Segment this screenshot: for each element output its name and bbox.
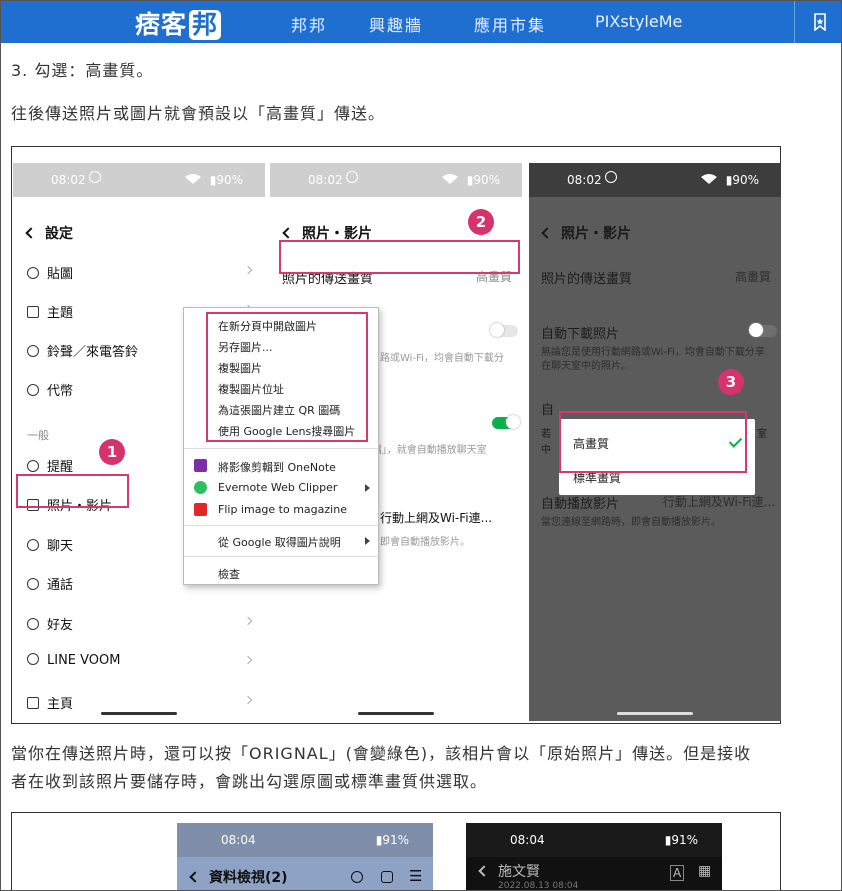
- photo-viewer-header: 施文賢 2022.08.13 08:04 A ▦: [466, 857, 722, 890]
- back-icon: [541, 227, 553, 239]
- nav-link-pixstyleme[interactable]: PIXstyleMe: [595, 12, 682, 31]
- orignal-explanation-line1: 當你在傳送照片時，還可以按「ORIGNAL」(會變綠色)，該相片會以「原始照片」…: [11, 744, 752, 763]
- row-photo-send-quality[interactable]: 照片的傳送畫質 高畫質: [541, 268, 771, 287]
- nav-divider: [794, 1, 795, 43]
- menu-item-line-voom[interactable]: LINE VOOM: [27, 653, 253, 677]
- auto-download-toggle[interactable]: [490, 323, 518, 337]
- status-bar: 08:04 ▮91%: [466, 823, 722, 857]
- ctx-google-image-description[interactable]: 從 Google 取得圖片說明: [218, 534, 341, 550]
- row-auto-play-desc: F檔」，就會自動播放聊天室: [366, 445, 487, 456]
- coin-icon: [27, 384, 39, 396]
- back-icon: [25, 227, 37, 239]
- signal-icon: [442, 174, 458, 184]
- phone-icon[interactable]: [381, 871, 393, 883]
- menu-icon[interactable]: ☰: [409, 867, 422, 885]
- phone-icon: [27, 578, 39, 590]
- step-badge-1: 1: [99, 439, 125, 465]
- voom-icon: [27, 653, 39, 665]
- theme-icon: [27, 306, 39, 318]
- text-recognition-icon[interactable]: A: [670, 865, 685, 881]
- search-icon[interactable]: [351, 871, 363, 883]
- submenu-arrow-icon: [365, 537, 370, 545]
- smiley-icon: [27, 267, 39, 279]
- ctx-evernote[interactable]: Evernote Web Clipper: [218, 481, 337, 494]
- top-navigation-bar: 痞客邦 邦邦 興趣牆 應用市集 PIXstyleMe: [1, 1, 841, 43]
- signal-icon: [185, 174, 201, 184]
- data-view-header: 資料檢視(2) ☰: [177, 857, 433, 890]
- section-general: 一般: [27, 429, 49, 442]
- ctx-divider: [184, 525, 378, 526]
- home-indicator: [358, 712, 434, 715]
- step-badge-2: 2: [468, 209, 494, 235]
- home-indicator: [617, 712, 693, 715]
- row-auto-play-video[interactable]: 行動上網及Wi-Fi連...: [380, 509, 510, 526]
- browser-context-menu: 在新分頁中開啟圖片 另存圖片... 複製圖片 複製圖片位址 為這張圖片建立 QR…: [183, 307, 379, 585]
- battery-text: ▮90%: [209, 173, 243, 187]
- highlight-context-menu: [206, 312, 368, 442]
- highlight-send-quality: [279, 240, 520, 274]
- home-indicator: [101, 712, 177, 715]
- ctx-divider: [184, 556, 378, 557]
- chat-icon: [27, 539, 39, 551]
- auto-play-gif-toggle[interactable]: [492, 415, 520, 429]
- row-auto-play-video-desc: 即會自動播放影片。: [380, 537, 470, 548]
- bookmark-icon[interactable]: [813, 13, 827, 31]
- menu-item-stickers[interactable]: 貼圖: [27, 263, 253, 287]
- sync-icon: [89, 171, 101, 183]
- signal-icon: [701, 174, 717, 184]
- status-bar: 08:02 ▮90%: [529, 163, 781, 197]
- menu-item-friends[interactable]: 好友: [27, 614, 253, 638]
- home-icon: [27, 697, 39, 709]
- orignal-explanation-line2: 者在收到該照片要儲存時，會跳出勾選原圖或標準畫質供選取。: [11, 772, 488, 791]
- highlight-photos-videos: [16, 474, 129, 508]
- back-icon: [282, 227, 294, 239]
- back-icon[interactable]: [189, 871, 201, 883]
- sync-icon: [605, 171, 617, 183]
- submenu-arrow-icon: [365, 484, 370, 492]
- site-logo[interactable]: 痞客邦: [135, 5, 222, 40]
- row-auto-play-video[interactable]: 自動播放影片 行動上網及Wi-Fi連... 當您連線至網路時，即會自動播放影片。: [541, 493, 775, 530]
- flipboard-icon: [194, 503, 207, 516]
- page-frame: 痞客邦 邦邦 興趣牆 應用市集 PIXstyleMe 3. 勾選：高畫質。 往後…: [0, 0, 842, 891]
- logo-text: 痞客: [135, 10, 188, 39]
- auto-download-toggle[interactable]: [749, 323, 777, 337]
- back-icon[interactable]: [478, 865, 490, 877]
- sync-icon: [346, 171, 358, 183]
- row-auto-download[interactable]: 自動下載照片 無論您是使用行動網路或Wi-Fi，均會自動下載分享在聊天室中的照片…: [541, 323, 771, 374]
- highlight-quality-options: [559, 411, 747, 473]
- photo-video-header[interactable]: 照片・影片: [541, 223, 631, 243]
- status-bar: 08:02 ▮90%: [13, 163, 265, 197]
- status-bar: 08:04 ▮91%: [177, 823, 433, 857]
- step-badge-3: 3: [718, 369, 744, 395]
- settings-header[interactable]: 設定: [25, 223, 73, 243]
- ctx-onenote[interactable]: 將影像剪輯到 OneNote: [218, 459, 336, 475]
- ctx-inspect[interactable]: 檢查: [218, 566, 240, 582]
- status-bar: 08:02 ▮90%: [270, 163, 522, 197]
- ctx-flip-image[interactable]: Flip image to magazine: [218, 503, 347, 516]
- row-auto-download-desc: 路或Wi-Fi，均會自動下載分: [380, 353, 504, 364]
- nav-link-bangbang[interactable]: 邦邦: [291, 12, 327, 36]
- bell-icon: [27, 460, 39, 472]
- data-view-title: 資料檢視(2): [209, 870, 288, 886]
- line-settings-screenshot: 08:02 ▮90% 設定 貼圖 主題 鈴聲／來電答鈴 代幣 一般 提醒 照片・…: [11, 146, 781, 724]
- logo-badge: 邦: [189, 10, 222, 40]
- friends-icon: [27, 618, 39, 630]
- ctx-divider: [184, 448, 378, 449]
- evernote-icon: [194, 481, 207, 494]
- second-screenshot: 08:04 ▮91% 資料檢視(2) ☰ 08:04 ▮91% 施文賢 2022…: [11, 812, 781, 890]
- nav-link-app-market[interactable]: 應用市集: [474, 12, 546, 36]
- instruction-text: 往後傳送照片或圖片就會預設以「高畫質」傳送。: [11, 104, 386, 123]
- music-icon: [27, 345, 39, 357]
- onenote-icon: [194, 459, 207, 472]
- step-3-text: 3. 勾選：高畫質。: [11, 61, 154, 80]
- phone-data-view: 08:04 ▮91% 資料檢視(2) ☰: [177, 823, 433, 890]
- phone-photo-viewer: 08:04 ▮91% 施文賢 2022.08.13 08:04 A ▦: [466, 823, 722, 890]
- grid-icon[interactable]: ▦: [698, 863, 711, 879]
- nav-link-interest-wall[interactable]: 興趣牆: [369, 12, 423, 36]
